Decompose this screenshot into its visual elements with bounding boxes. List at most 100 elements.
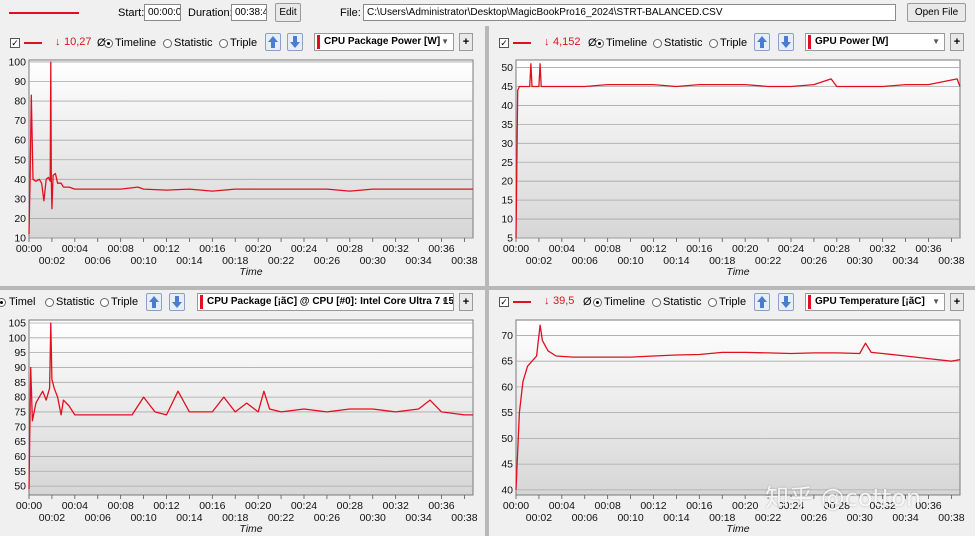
x-tick-label: 00:14 [663,255,689,267]
y-tick-label: 50 [501,433,513,445]
charts-layer: 10203040506070809010000:00 00:04 00:08 00:1… [8,56,964,535]
x-tick-label: 00:08 [108,500,134,512]
x-tick-label: 00:02 [39,255,65,267]
x-tick-label: 00:02 [526,512,552,524]
y-tick-label: 95 [14,347,26,359]
y-tick-label: 70 [14,115,26,127]
x-tick-label: 00:08 [595,243,621,255]
x-tick-label: 00:06 [572,512,598,524]
x-tick-label: 00:14 [176,255,202,267]
y-tick-label: 85 [14,377,26,389]
y-tick-label: 70 [501,330,513,342]
x-tick-label: 00:30 [847,255,873,267]
y-tick-label: 40 [14,174,26,186]
x-tick-label: 00:20 [245,500,271,512]
x-tick-label: 00:38 [451,255,477,267]
x-tick-label: 00:36 [915,243,941,255]
y-tick-label: 60 [501,381,513,393]
plot-area [28,319,474,496]
y-tick-label: 35 [501,119,513,131]
x-tick-label: 00:20 [732,500,758,512]
x-tick-label: 00:14 [663,512,689,524]
x-tick-label: 00:38 [938,255,964,267]
x-tick-label: 00:26 [314,255,340,267]
x-tick-label: 00:14 [176,512,202,524]
y-tick-label: 55 [501,407,513,419]
y-tick-label: 55 [14,466,26,478]
y-tick-label: 100 [8,332,26,344]
y-tick-label: 45 [501,81,513,93]
x-tick-label: 00:06 [572,255,598,267]
x-tick-label: 00:32 [870,243,896,255]
x-tick-label: 00:04 [62,500,88,512]
x-tick-label: 00:24 [291,243,317,255]
y-tick-label: 10 [501,214,513,226]
y-tick-label: 105 [8,317,26,329]
x-tick-label: 00:00 [503,500,529,512]
x-tick-label: 00:16 [686,243,712,255]
x-axis-label: Time [239,266,262,278]
y-tick-label: 90 [14,76,26,88]
x-tick-label: 00:08 [108,243,134,255]
watermark-text: 知乎 @cotton [765,484,922,512]
x-tick-label: 00:36 [428,500,454,512]
x-tick-label: 00:26 [314,512,340,524]
plot-area [28,59,474,239]
x-tick-label: 00:16 [686,500,712,512]
y-tick-label: 65 [501,356,513,368]
y-tick-label: 15 [501,195,513,207]
x-tick-label: 00:00 [503,243,529,255]
y-tick-label: 40 [501,100,513,112]
x-tick-label: 00:26 [801,255,827,267]
y-tick-label: 100 [8,56,26,68]
x-tick-label: 00:04 [62,243,88,255]
x-tick-label: 00:30 [360,512,386,524]
x-tick-label: 00:20 [245,243,271,255]
x-tick-label: 00:12 [640,500,666,512]
y-tick-label: 45 [501,459,513,471]
x-tick-label: 00:02 [39,512,65,524]
y-tick-label: 30 [14,193,26,205]
x-tick-label: 00:04 [549,243,575,255]
x-tick-label: 00:16 [199,243,225,255]
y-tick-label: 50 [501,62,513,74]
y-tick-label: 25 [501,157,513,169]
x-tick-label: 00:34 [405,512,431,524]
y-tick-label: 60 [14,135,26,147]
x-tick-label: 00:22 [268,255,294,267]
x-tick-label: 00:36 [428,243,454,255]
x-tick-label: 00:22 [268,512,294,524]
x-tick-label: 00:00 [16,243,42,255]
y-tick-label: 80 [14,392,26,404]
x-tick-label: 00:06 [85,255,111,267]
x-tick-label: 00:10 [617,255,643,267]
x-tick-label: 00:38 [938,512,964,524]
y-tick-label: 60 [14,451,26,463]
x-tick-label: 00:00 [16,500,42,512]
x-tick-label: 00:34 [892,512,918,524]
x-tick-label: 00:34 [892,255,918,267]
x-tick-label: 00:34 [405,255,431,267]
y-tick-label: 20 [501,176,513,188]
x-tick-label: 00:24 [291,500,317,512]
y-tick-label: 80 [14,96,26,108]
x-tick-label: 00:10 [130,255,156,267]
x-tick-label: 00:22 [755,255,781,267]
x-tick-label: 00:24 [778,243,804,255]
x-axis-label: Time [726,266,749,278]
x-tick-label: 00:26 [801,512,827,524]
x-tick-label: 00:10 [130,512,156,524]
y-tick-label: 65 [14,436,26,448]
y-tick-label: 50 [14,154,26,166]
y-tick-label: 70 [14,421,26,433]
x-tick-label: 00:10 [617,512,643,524]
plot-area [515,319,961,496]
x-tick-label: 00:12 [153,500,179,512]
x-tick-label: 00:28 [337,243,363,255]
y-tick-label: 90 [14,362,26,374]
x-tick-label: 00:12 [153,243,179,255]
y-tick-label: 40 [501,484,513,496]
x-tick-label: 00:16 [199,500,225,512]
x-tick-label: 00:32 [383,500,409,512]
x-axis-label: Time [239,523,262,535]
